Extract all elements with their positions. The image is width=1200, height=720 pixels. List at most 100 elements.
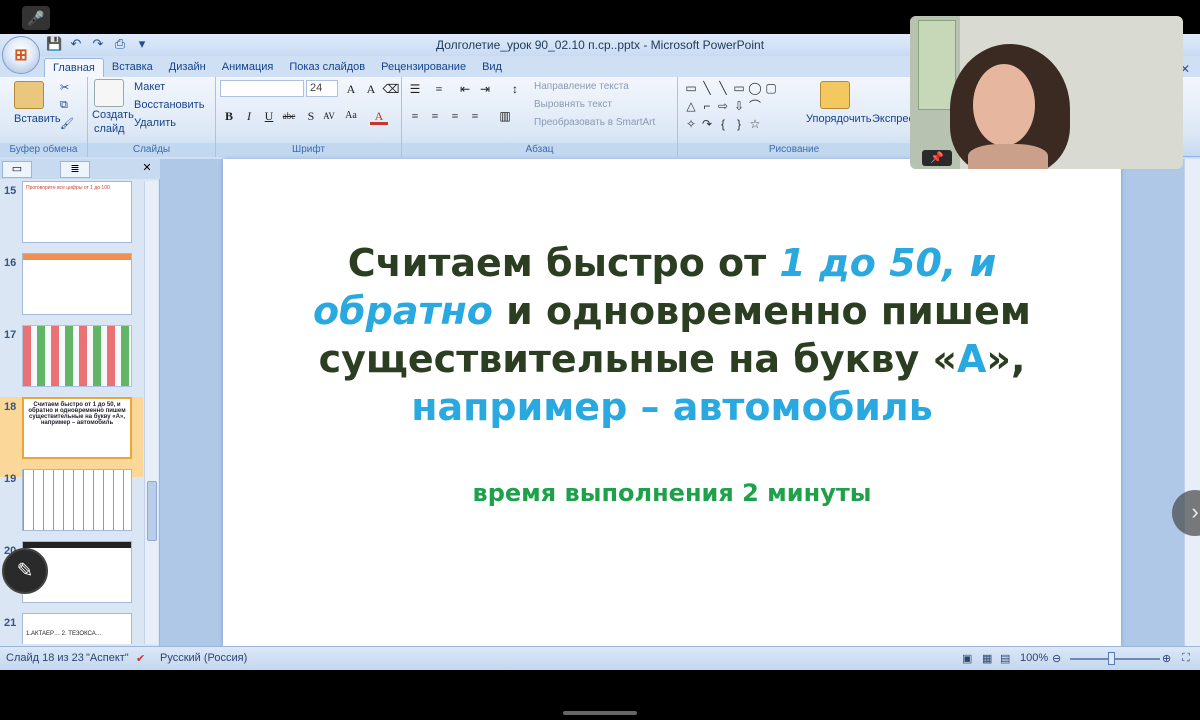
tab-review[interactable]: Рецензирование: [373, 58, 474, 78]
panel-tabs: ▭ ≣ ✕: [0, 159, 160, 179]
tab-design[interactable]: Дизайн: [161, 58, 214, 78]
layout-button[interactable]: Макет: [134, 81, 165, 93]
reset-button[interactable]: Восстановить: [134, 99, 204, 111]
spellcheck-icon[interactable]: ✔: [136, 652, 145, 665]
clear-format-icon[interactable]: ⌫: [382, 80, 400, 98]
pen-icon[interactable]: ✎: [2, 548, 48, 594]
shape-brace2-icon[interactable]: }: [732, 117, 746, 131]
webcam-video[interactable]: 📌: [910, 16, 1183, 169]
thumbnail-19[interactable]: 19: [0, 469, 143, 549]
shape-star-icon[interactable]: ✧: [684, 117, 698, 131]
font-size-select[interactable]: 24: [306, 80, 338, 97]
outline-tab-icon[interactable]: ≣: [60, 161, 90, 178]
new-slide-label-1[interactable]: Создать: [92, 109, 134, 121]
office-logo-button[interactable]: ⊞: [2, 36, 40, 74]
change-case-icon[interactable]: Aa: [342, 107, 360, 125]
line3-letter: А: [957, 337, 987, 381]
grow-font-icon[interactable]: A: [342, 80, 360, 98]
shape-down-arrow-icon[interactable]: ⇩: [732, 99, 746, 113]
thumbnail-17[interactable]: 17: [0, 325, 143, 405]
columns-icon[interactable]: ▥: [496, 107, 514, 125]
format-painter-icon[interactable]: 🖌: [60, 117, 74, 130]
thumbnail-15[interactable]: 15 Проговорите все цифры от 1 до 100: [0, 181, 143, 261]
italic-icon[interactable]: I: [240, 107, 258, 125]
font-name-select[interactable]: [220, 80, 304, 97]
pin-icon[interactable]: 📌: [922, 150, 952, 166]
shape-line-icon[interactable]: ╲: [700, 81, 714, 95]
zoom-slider[interactable]: [1070, 658, 1160, 660]
font-color-icon[interactable]: A: [370, 107, 388, 125]
shape-bend-icon[interactable]: ↷: [700, 117, 714, 131]
ribbon-tabs: Главная Вставка Дизайн Анимация Показ сл…: [44, 58, 510, 78]
cut-icon[interactable]: ✂: [60, 81, 69, 94]
strikethrough-icon[interactable]: abc: [280, 107, 298, 125]
current-slide[interactable]: Считаем быстро от 1 до 50, и обратно и о…: [223, 159, 1121, 646]
tab-home[interactable]: Главная: [44, 58, 104, 78]
line-spacing-icon[interactable]: ↕: [506, 80, 524, 98]
microphone-muted-icon[interactable]: 🎤: [22, 6, 50, 30]
zoom-out-icon[interactable]: ⊖: [1052, 652, 1061, 665]
spacing-icon[interactable]: AV: [320, 107, 338, 125]
close-panel-icon[interactable]: ✕: [138, 161, 156, 178]
align-right-icon[interactable]: ≡: [446, 107, 464, 125]
panel-scrollbar[interactable]: [144, 181, 158, 644]
increase-indent-icon[interactable]: ⇥: [476, 80, 494, 98]
thumb-text: 1.АКТАЕР… 2. ТЕЗОКСА…: [26, 631, 102, 637]
convert-smartart-button[interactable]: Преобразовать в SmartArt: [534, 117, 655, 128]
arrange-button[interactable]: Упорядочить: [806, 113, 871, 125]
tab-insert[interactable]: Вставка: [104, 58, 161, 78]
participant-face: [973, 64, 1035, 146]
underline-icon[interactable]: U: [260, 107, 278, 125]
tab-view[interactable]: Вид: [474, 58, 510, 78]
home-indicator[interactable]: [563, 711, 637, 715]
thumb-image: Проговорите все цифры от 1 до 100: [22, 181, 132, 243]
thumb-number: 17: [4, 329, 17, 341]
shape-star2-icon[interactable]: ☆: [748, 117, 762, 131]
zoom-slider-knob[interactable]: [1108, 652, 1115, 665]
shape-brace-icon[interactable]: {: [716, 117, 730, 131]
zoom-in-icon[interactable]: ⊕: [1162, 652, 1171, 665]
arrange-icon[interactable]: [820, 81, 850, 109]
slide-scrollbar[interactable]: [1184, 159, 1200, 646]
shape-rect2-icon[interactable]: ▭: [732, 81, 746, 95]
shape-arrow-icon[interactable]: ⇨: [716, 99, 730, 113]
text-direction-button[interactable]: Направление текста: [534, 81, 629, 92]
thumbnail-16[interactable]: 16: [0, 253, 143, 333]
paste-button[interactable]: Вставить: [14, 113, 61, 125]
zoom-level[interactable]: 100%: [1020, 652, 1048, 664]
delete-slide-button[interactable]: Удалить: [134, 117, 176, 129]
shadow-icon[interactable]: S: [302, 107, 320, 125]
decrease-indent-icon[interactable]: ⇤: [456, 80, 474, 98]
sorter-view-icon[interactable]: ▦: [982, 652, 992, 665]
shape-line2-icon[interactable]: ╲: [716, 81, 730, 95]
align-text-button[interactable]: Выровнять текст: [534, 99, 612, 110]
shape-rounded-icon[interactable]: ▢: [764, 81, 778, 95]
shrink-font-icon[interactable]: A: [362, 80, 380, 98]
bold-icon[interactable]: B: [220, 107, 238, 125]
tab-animation[interactable]: Анимация: [214, 58, 282, 78]
slides-tab-icon[interactable]: ▭: [2, 161, 32, 178]
align-center-icon[interactable]: ≡: [426, 107, 444, 125]
shape-rect-icon[interactable]: ▭: [684, 81, 698, 95]
language-indicator[interactable]: Русский (Россия): [160, 652, 247, 664]
fit-to-window-icon[interactable]: ⛶: [1182, 652, 1190, 665]
shape-curve-icon[interactable]: ⌒: [748, 99, 762, 113]
slideshow-view-icon[interactable]: ▤: [1000, 652, 1010, 665]
thumbnail-18[interactable]: 18 Считаем быстро от 1 до 50, и обратно …: [0, 397, 143, 477]
tab-slideshow[interactable]: Показ слайдов: [281, 58, 373, 78]
copy-icon[interactable]: ⧉: [60, 99, 68, 112]
bullets-icon[interactable]: ☰: [406, 80, 424, 98]
align-left-icon[interactable]: ≡: [406, 107, 424, 125]
panel-scroll-thumb[interactable]: [147, 481, 157, 541]
line3-end: »,: [986, 337, 1026, 381]
normal-view-icon[interactable]: ▣: [962, 652, 972, 665]
shape-elbow-icon[interactable]: ⌐: [700, 99, 714, 113]
new-slide-label-2[interactable]: слайд: [94, 123, 125, 135]
justify-icon[interactable]: ≡: [466, 107, 484, 125]
shape-oval-icon[interactable]: ◯: [748, 81, 762, 95]
numbering-icon[interactable]: ≡: [430, 80, 448, 98]
paste-icon[interactable]: [14, 81, 44, 109]
thumbnail-21[interactable]: 21 1.АКТАЕР… 2. ТЕЗОКСА…: [0, 613, 143, 644]
shape-triangle-icon[interactable]: △: [684, 99, 698, 113]
new-slide-icon[interactable]: [94, 79, 124, 107]
